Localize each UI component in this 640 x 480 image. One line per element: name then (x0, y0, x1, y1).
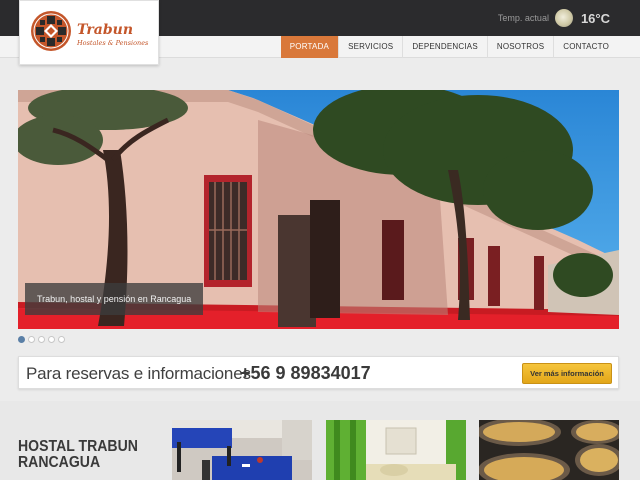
slider-dot-5[interactable] (58, 336, 65, 343)
nav-item-portada[interactable]: PORTADA (280, 36, 339, 58)
slide-caption: Trabun, hostal y pensión en Rancagua (25, 283, 204, 315)
nav-item-contacto[interactable]: CONTACTO (553, 36, 618, 58)
reservation-phone: +56 9 89834017 (240, 363, 371, 383)
more-info-button[interactable]: Ver más información (522, 363, 612, 384)
nav-item-dependencias[interactable]: DEPENDENCIAS (402, 36, 487, 58)
thumbnail-food[interactable] (479, 420, 619, 480)
logo-brand-text: Trabun (77, 22, 133, 38)
bedroom-image (326, 420, 466, 480)
nav-item-nosotros[interactable]: NOSOTROS (486, 36, 553, 58)
sun-icon (554, 9, 573, 27)
logo-emblem-icon (31, 11, 71, 51)
main-nav: PORTADA SERVICIOS DEPENDENCIAS NOSOTROS … (280, 36, 618, 58)
reservation-banner: Para reservas e informaciones +56 9 8983… (18, 356, 619, 389)
slider-dot-3[interactable] (38, 336, 45, 343)
slider-dot-2[interactable] (28, 336, 35, 343)
slider-pagination (18, 336, 68, 343)
dining-room-image (172, 420, 312, 480)
slider-dot-4[interactable] (48, 336, 55, 343)
thumbnail-dining-room[interactable] (172, 420, 312, 480)
slider-dot-1[interactable] (18, 336, 25, 343)
logo-tagline: Hostales & Pensiones (77, 39, 149, 47)
featured-title-line1: HOSTAL TRABUN (18, 438, 138, 455)
food-image (479, 420, 619, 480)
weather-widget: Temp. actual 16°C (498, 8, 610, 28)
temperature-value: 16°C (580, 10, 610, 26)
weather-label: Temp. actual (497, 13, 549, 23)
featured-title: HOSTAL TRABUN RANCAGUA (18, 439, 141, 471)
featured-section: HOSTAL TRABUN RANCAGUA (0, 401, 640, 480)
featured-title-line2: RANCAGUA (18, 454, 101, 471)
site-logo[interactable]: Trabun Hostales & Pensiones (19, 0, 159, 65)
hero-slider[interactable]: Trabun, hostal y pensión en Rancagua (18, 90, 619, 329)
reservation-text: Para reservas e informaciones (26, 364, 251, 383)
nav-item-servicios[interactable]: SERVICIOS (338, 36, 402, 58)
thumbnail-bedroom[interactable] (326, 420, 466, 480)
